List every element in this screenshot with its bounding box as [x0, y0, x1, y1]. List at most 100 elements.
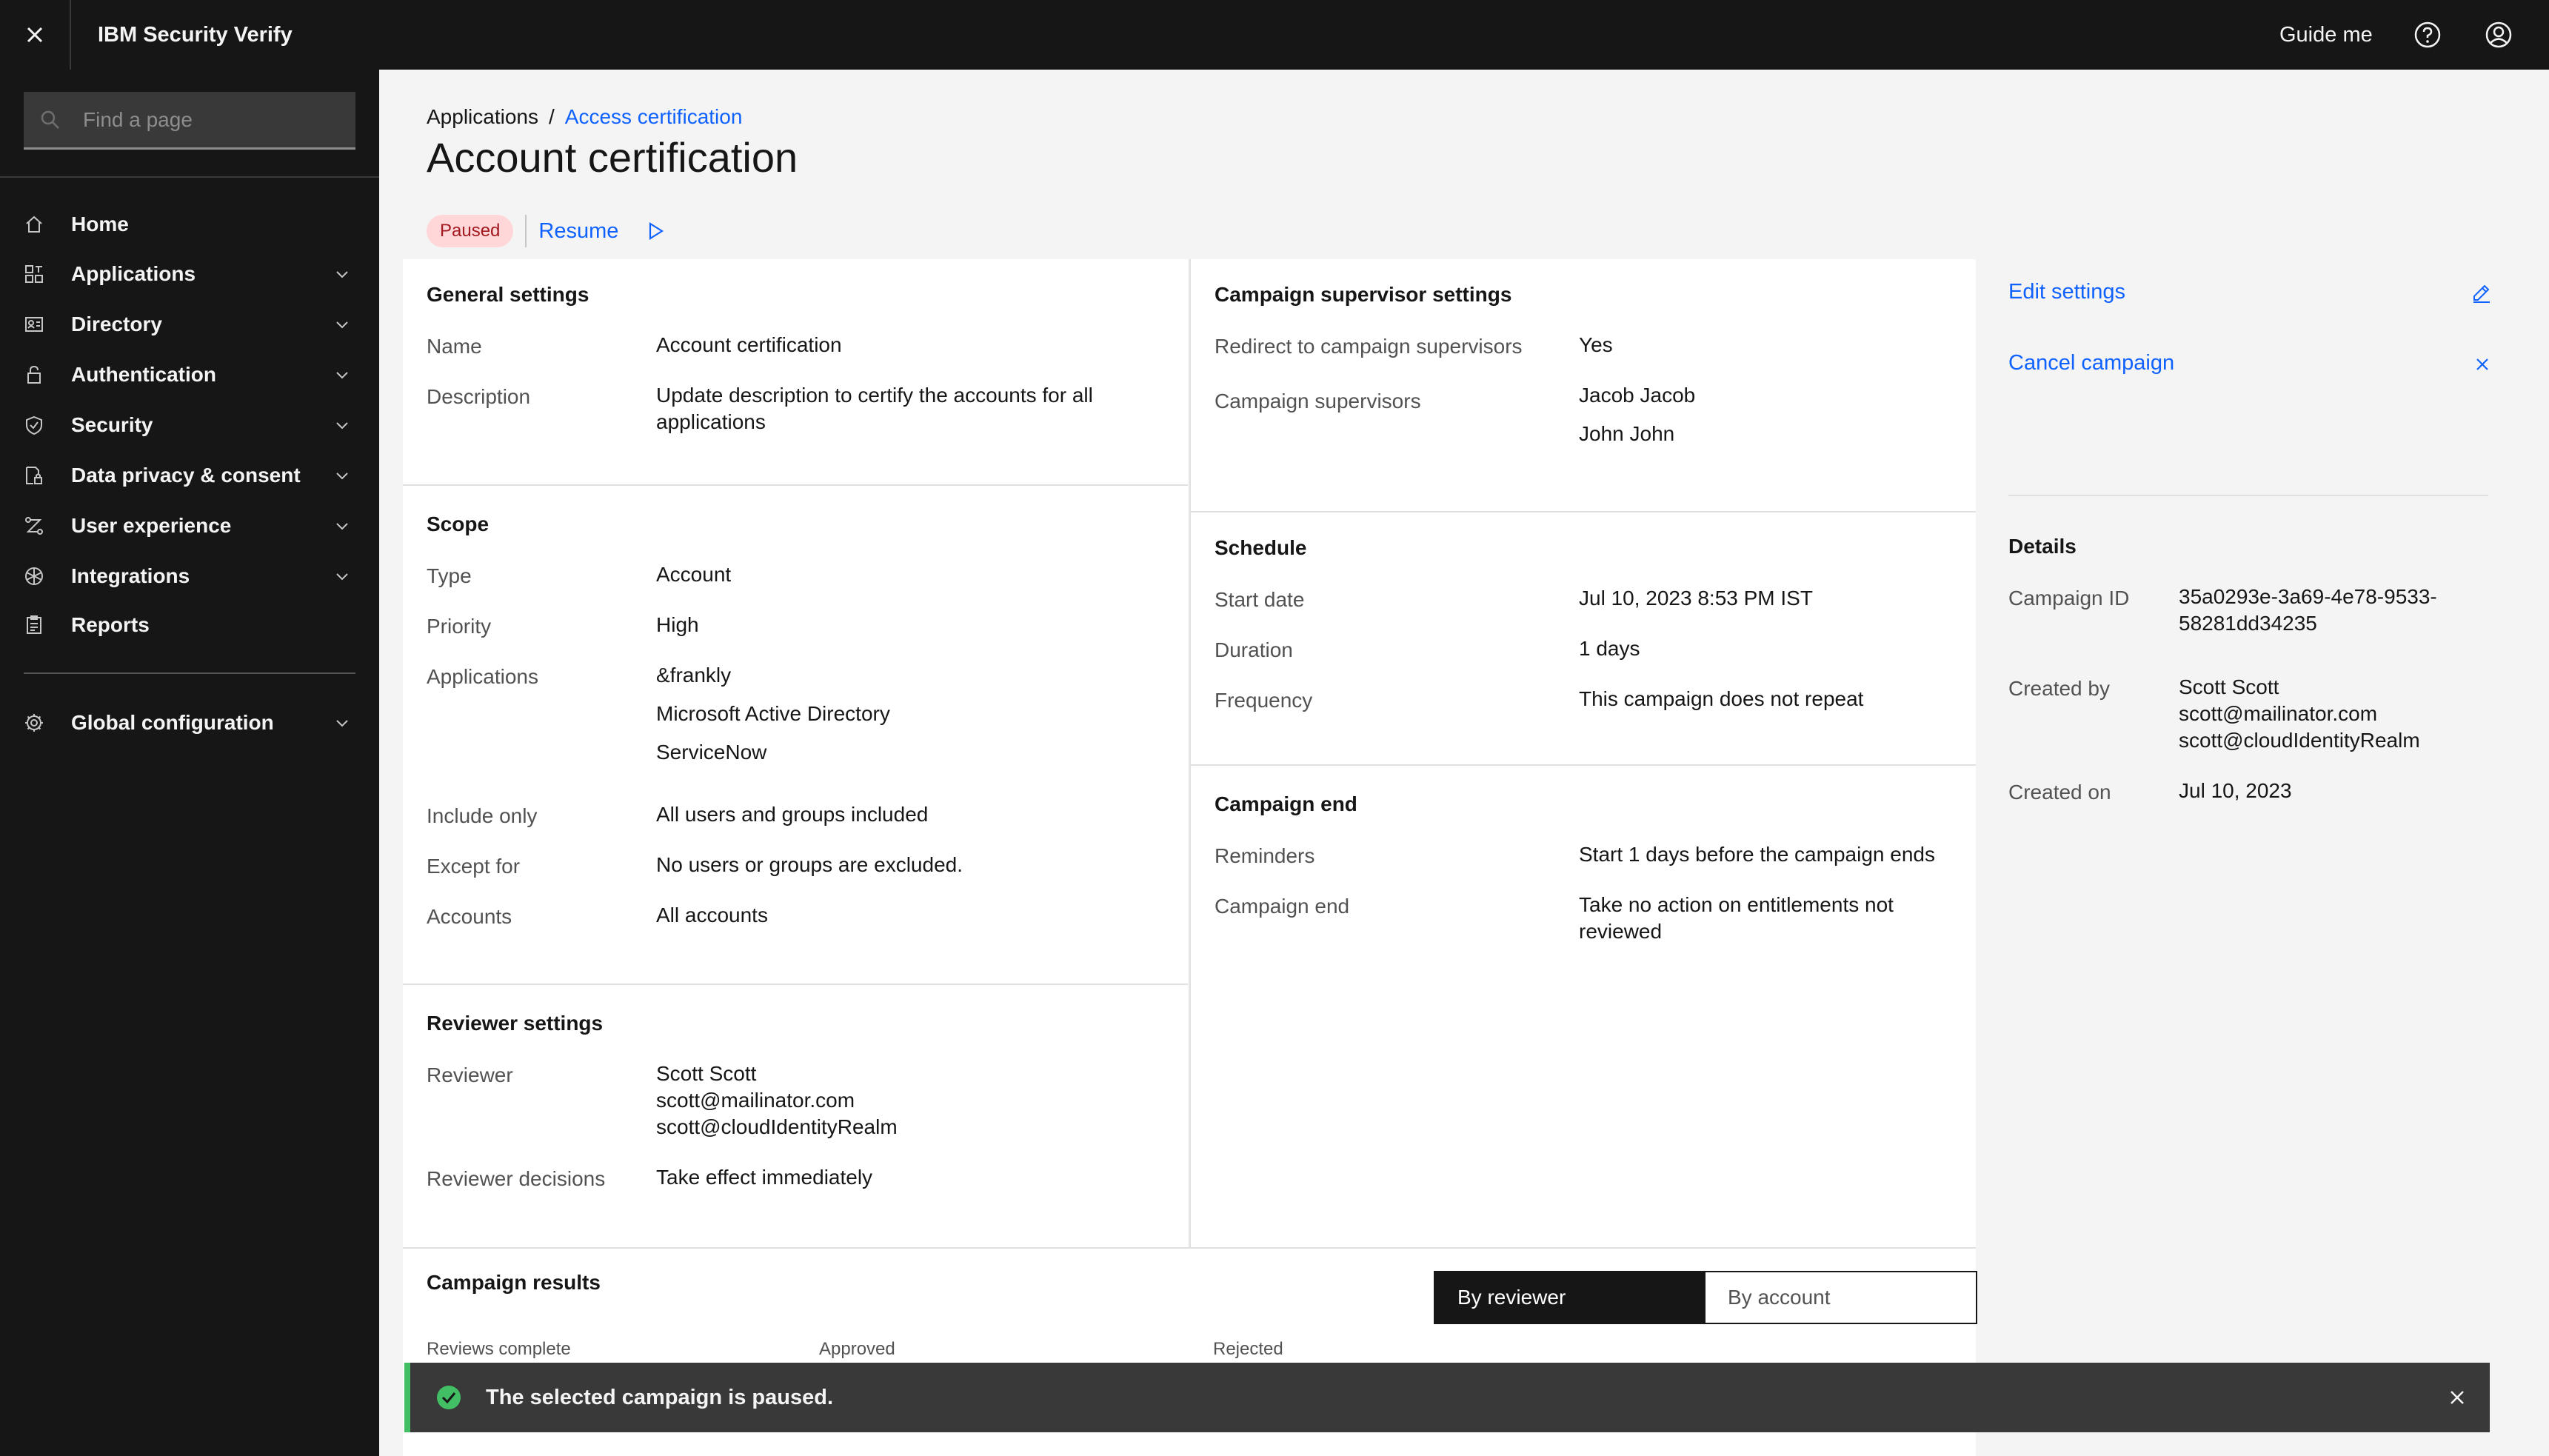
field-label: Accounts	[427, 905, 512, 928]
by-reviewer-tab[interactable]: By reviewer	[1435, 1272, 1706, 1323]
page-title: Account certification	[427, 134, 798, 181]
description-line-1: Update description to certify the accoun…	[656, 384, 1093, 407]
sidebar-item-label: User experience	[71, 514, 232, 537]
sidebar-item-label: Security	[71, 413, 153, 436]
sidebar-item-directory[interactable]: Directory	[0, 300, 379, 349]
user-avatar-icon[interactable]	[2482, 19, 2515, 51]
start-date-value: Jul 10, 2023 8:53 PM IST	[1579, 587, 1813, 610]
details-divider	[2008, 495, 2488, 496]
results-view-switcher: By reviewer By account	[1434, 1271, 1977, 1324]
redirect-value: Yes	[1579, 333, 1613, 356]
chevron-down-icon	[336, 271, 348, 278]
close-icon[interactable]	[2473, 355, 2491, 373]
field-label: Created by	[2008, 677, 2110, 700]
created-by-line: Scott Scott	[2179, 675, 2279, 698]
campaign-name-value: Account certification	[656, 333, 842, 356]
sidebar-item-user-experience[interactable]: User experience	[0, 501, 379, 550]
home-icon	[26, 216, 42, 233]
created-on-value: Jul 10, 2023	[2179, 779, 2292, 802]
application-item: &frankly	[656, 664, 732, 687]
field-label: Type	[427, 564, 472, 587]
field-label: Campaign ID	[2008, 587, 2130, 610]
sidebar-item-reports[interactable]: Reports	[0, 601, 379, 649]
nav-divider	[0, 176, 379, 178]
reminders-value: Start 1 days before the campaign ends	[1579, 843, 1935, 866]
section-heading: Campaign results	[427, 1271, 601, 1294]
scope-section: Scope Type Account Priority High Applica…	[403, 486, 1188, 985]
field-label: Reviewer decisions	[427, 1167, 606, 1190]
sidebar-item-global-configuration[interactable]: Global configuration	[0, 698, 379, 747]
breadcrumb-applications[interactable]: Applications	[427, 105, 538, 128]
chevron-down-icon	[336, 573, 348, 581]
chevron-down-icon	[336, 472, 348, 480]
guide-me-link[interactable]: Guide me	[2279, 0, 2373, 70]
close-menu-button[interactable]	[0, 0, 71, 70]
sidebar-item-label: Integrations	[71, 564, 190, 587]
top-header: IBM Security Verify Guide me	[0, 0, 2549, 70]
priority-value: High	[656, 613, 699, 636]
rejected-label: Rejected	[1213, 1339, 1283, 1359]
page-search[interactable]	[24, 92, 355, 150]
main-content: Applications / Access certification Accoun…	[379, 70, 2549, 1456]
close-icon	[27, 27, 43, 43]
field-label: Created on	[2008, 781, 2111, 804]
schedule-section: Schedule Start date Jul 10, 2023 8:53 PM…	[1191, 512, 1976, 766]
close-icon[interactable]	[2447, 1387, 2468, 1408]
cancel-campaign-link[interactable]: Cancel campaign	[2008, 351, 2174, 375]
chevron-down-icon	[336, 422, 348, 430]
sidebar-item-authentication[interactable]: Authentication	[0, 350, 379, 399]
field-label: Frequency	[1215, 689, 1313, 712]
sidebar-item-integrations[interactable]: Integrations	[0, 552, 379, 601]
details-sidebar: Edit settings Cancel campaign Details Ca…	[1976, 259, 2549, 1456]
by-account-tab[interactable]: By account	[1706, 1272, 1976, 1323]
field-label: Applications	[427, 665, 538, 688]
frequency-value: This campaign does not repeat	[1579, 687, 1864, 710]
sidebar-item-security[interactable]: Security	[0, 401, 379, 450]
field-label: Reminders	[1215, 844, 1315, 867]
campaign-end-line-2: reviewed	[1579, 920, 1663, 943]
application-item: ServiceNow	[656, 741, 767, 764]
toast-message: The selected campaign is paused.	[486, 1386, 833, 1409]
campaign-id-line-2: 58281dd34235	[2179, 612, 2317, 635]
approved-label: Approved	[819, 1339, 895, 1359]
sidebar-item-label: Directory	[71, 313, 162, 335]
field-label: Include only	[427, 804, 538, 827]
section-heading: General settings	[427, 283, 589, 306]
chevron-down-icon	[336, 372, 348, 379]
reviews-complete-label: Reviews complete	[427, 1339, 571, 1359]
breadcrumb-access-certification[interactable]: Access certification	[565, 105, 743, 128]
sidebar-item-home[interactable]: Home	[0, 200, 379, 249]
sidebar-item-label: Global configuration	[71, 711, 274, 734]
reviewer-line: scott@cloudIdentityRealm	[656, 1115, 898, 1138]
checkmark-filled-icon	[437, 1386, 461, 1409]
sidebar-item-label: Home	[71, 213, 129, 236]
help-icon[interactable]	[2411, 19, 2444, 51]
created-by-line: scott@mailinator.com	[2179, 702, 2378, 725]
resume-button[interactable]: Resume	[538, 219, 618, 244]
section-heading: Campaign end	[1215, 792, 1357, 815]
settings-panel-middle: Campaign supervisor settings Redirect to…	[1189, 259, 1976, 1247]
shield-icon	[26, 415, 42, 435]
integrations-icon	[25, 567, 43, 585]
campaign-end-line-1: Take no action on entitlements not	[1579, 893, 1894, 916]
breadcrumb-separator: /	[548, 105, 555, 128]
edit-settings-link[interactable]: Edit settings	[2008, 280, 2125, 304]
supervisor-settings-section: Campaign supervisor settings Redirect to…	[1191, 259, 1976, 512]
reviewer-settings-section: Reviewer settings Reviewer Scott Scott s…	[403, 985, 1188, 1247]
reports-icon	[27, 615, 41, 634]
play-icon[interactable]	[645, 221, 666, 241]
search-icon	[41, 110, 59, 129]
general-settings-section: General settings Name Account certificat…	[403, 259, 1188, 486]
reviewer-line: scott@mailinator.com	[656, 1089, 855, 1112]
accounts-value: All accounts	[656, 904, 768, 926]
supervisor-item: Jacob Jacob	[1579, 384, 1696, 407]
sidebar-item-data-privacy[interactable]: Data privacy & consent	[0, 451, 379, 500]
section-heading: Schedule	[1215, 536, 1307, 559]
data-privacy-icon	[26, 467, 42, 484]
sidebar-item-applications[interactable]: Applications	[0, 250, 379, 298]
settings-panel-left: General settings Name Account certificat…	[403, 259, 1188, 1247]
search-input[interactable]	[83, 92, 335, 147]
field-label: Redirect to campaign supervisors	[1215, 335, 1523, 358]
edit-icon[interactable]	[2471, 281, 2493, 304]
campaign-status-row: Paused Resume	[427, 212, 666, 250]
